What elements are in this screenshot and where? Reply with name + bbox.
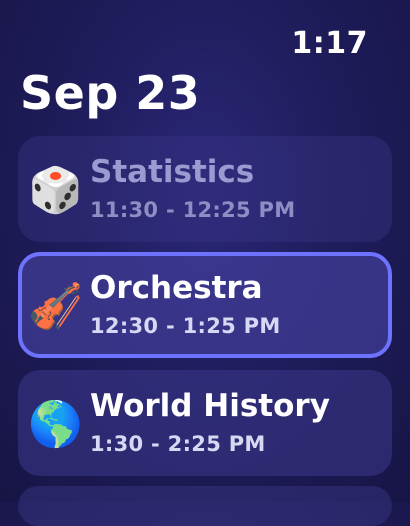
- event-title: World History: [90, 388, 330, 424]
- page-title-date: Sep 23: [20, 66, 201, 120]
- event-title: Statistics: [90, 154, 255, 190]
- status-time: 1:17: [291, 26, 368, 61]
- violin-icon: 🎻: [28, 281, 83, 332]
- event-card-next[interactable]: [18, 486, 392, 526]
- event-title: Orchestra: [90, 270, 263, 306]
- event-card-orchestra[interactable]: 🎻 Orchestra 12:30 - 1:25 PM: [18, 252, 392, 358]
- event-card-world-history[interactable]: 🌎 World History 1:30 - 2:25 PM: [18, 370, 392, 476]
- globe-icon: 🌎: [28, 399, 83, 450]
- dice-icon: 🎲: [28, 165, 83, 216]
- event-time: 11:30 - 12:25 PM: [90, 198, 296, 222]
- event-card-statistics[interactable]: 🎲 Statistics 11:30 - 12:25 PM: [18, 136, 392, 242]
- event-time: 1:30 - 2:25 PM: [90, 432, 266, 456]
- event-time: 12:30 - 1:25 PM: [90, 314, 281, 338]
